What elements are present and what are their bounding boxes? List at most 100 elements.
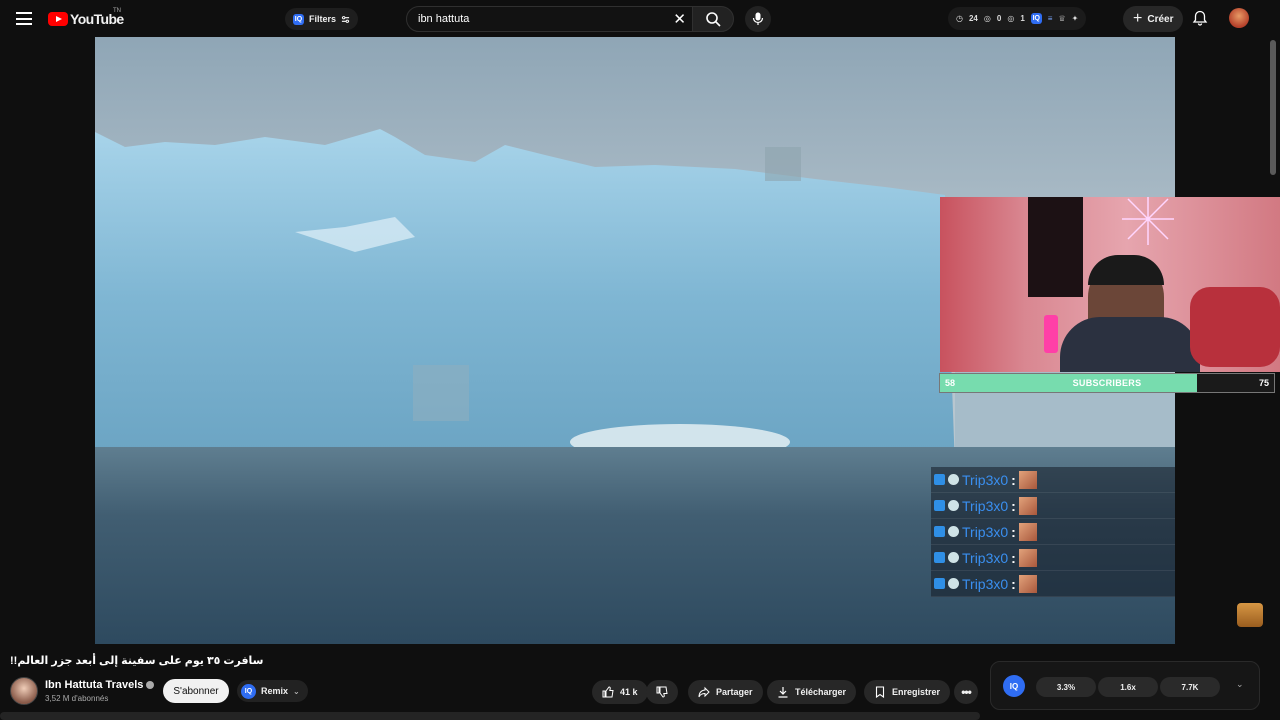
video-artifact — [765, 147, 801, 181]
badge-skull-icon — [948, 500, 959, 511]
search-box[interactable]: ibn hattuta ✕ — [406, 6, 693, 32]
subscriber-goal-bar: SUBSCRIBERS 58 75 — [939, 373, 1275, 393]
streamer-webcam — [940, 197, 1280, 372]
notifications-bell-icon[interactable] — [1192, 10, 1208, 26]
channel-name-text[interactable]: Ibn Hattuta Travels — [45, 679, 143, 691]
badge-skull-icon — [948, 578, 959, 589]
badge-skull-icon — [948, 474, 959, 485]
menu-icon[interactable] — [16, 12, 32, 25]
chat-separator: : — [1011, 575, 1016, 592]
download-button[interactable]: Télécharger — [767, 680, 857, 704]
video-title: !!سافرت ٣٥ يوم على سفينة إلى أبعد جزر ال… — [10, 655, 264, 667]
share-label: Partager — [716, 687, 753, 697]
channel-subscriber-count: 3,52 M d'abonnés — [45, 694, 109, 703]
iq-stat-engagement: 3.3% — [1036, 677, 1096, 697]
dislike-button[interactable] — [646, 680, 678, 704]
iq-logo-icon[interactable]: IQ — [1003, 675, 1025, 697]
account-avatar[interactable] — [1229, 8, 1249, 28]
badge-icon — [934, 552, 945, 563]
remix-label: Remix — [261, 686, 289, 696]
voice-search-button[interactable] — [745, 6, 771, 32]
subscriber-goal-target: 75 — [1258, 378, 1269, 388]
page-scrollbar[interactable] — [1270, 40, 1276, 175]
chat-message: Trip3x0 : — [931, 493, 1175, 519]
chat-message: Trip3x0 : — [931, 519, 1175, 545]
emote-icon — [1018, 574, 1037, 593]
badge-icon — [934, 578, 945, 589]
emote-icon — [1018, 496, 1037, 515]
sparkle-icon: ✦ — [1071, 14, 1079, 23]
circle-icon: ◎ — [1007, 14, 1015, 23]
remix-button[interactable]: IQ Remix ⌄ — [237, 680, 308, 702]
like-button[interactable]: 41 k — [592, 680, 648, 704]
more-actions-button[interactable]: ••• — [954, 680, 978, 704]
like-count: 41 k — [620, 687, 638, 697]
chat-message: Trip3x0 : — [931, 467, 1175, 493]
chat-separator: : — [1011, 497, 1016, 514]
youtube-play-icon — [48, 12, 68, 26]
cam-door — [1028, 197, 1083, 297]
chat-message: Trip3x0 : — [931, 545, 1175, 571]
iq-stats-panel: IQ 3.3% 1.6x 7.7K ⌄ — [990, 661, 1260, 710]
channel-name[interactable]: Ibn Hattuta Travels — [45, 679, 155, 691]
streamer-headset — [1088, 255, 1164, 285]
cam-light-icon — [1122, 197, 1174, 245]
chat-username: Trip3x0 — [962, 575, 1009, 592]
chat-username: Trip3x0 — [962, 523, 1009, 540]
emote-icon — [1018, 470, 1037, 489]
chat-separator: : — [1011, 471, 1016, 488]
thumbs-up-icon — [602, 686, 614, 698]
chat-username: Trip3x0 — [962, 471, 1009, 488]
search-button[interactable] — [692, 6, 734, 32]
chat-username: Trip3x0 — [962, 549, 1009, 566]
badge-icon — [934, 526, 945, 537]
logo-country-code: TN — [113, 8, 121, 14]
video-artifact — [413, 365, 469, 421]
search-icon — [706, 12, 721, 27]
more-icon: ••• — [961, 685, 972, 699]
sliders-icon — [341, 15, 350, 23]
chevron-down-icon[interactable]: ⌄ — [1236, 679, 1244, 690]
create-button[interactable]: + Créer — [1123, 6, 1184, 32]
chevron-down-icon: ⌄ — [293, 686, 300, 696]
subscriber-goal-current: 58 — [945, 378, 956, 388]
badge-skull-icon — [948, 526, 959, 537]
eye-icon: ◎ — [983, 14, 991, 23]
badge-icon — [934, 500, 945, 511]
chat-message: Trip3x0 : — [931, 571, 1175, 597]
description-box-edge — [0, 712, 980, 720]
iq-stat-multiplier: 1.6x — [1098, 677, 1158, 697]
emote-icon — [1018, 548, 1037, 567]
chat-separator: : — [1011, 549, 1016, 566]
iq-icon: IQ — [1030, 13, 1042, 24]
extension-stats[interactable]: ◷ 24 ◎ 0 ◎ 1 IQ ≡ ♕ ✦ — [948, 7, 1087, 30]
thumbs-down-icon — [656, 686, 668, 698]
stat-eye: 0 — [996, 14, 1002, 23]
share-button[interactable]: Partager — [688, 680, 763, 704]
subscribe-button[interactable]: S'abonner — [163, 679, 229, 703]
create-label: Créer — [1147, 13, 1174, 25]
verified-icon — [146, 681, 155, 690]
download-icon — [778, 687, 788, 698]
bookmark-icon — [875, 686, 885, 698]
stat-views: 24 — [968, 14, 978, 23]
filters-button[interactable]: IQ Filters — [285, 8, 359, 30]
chat-username: Trip3x0 — [962, 497, 1009, 514]
top-bar: YouTube TN IQ Filters ibn hattuta ✕ ◷ 24… — [0, 0, 1280, 37]
filters-label: Filters — [309, 14, 337, 24]
download-label: Télécharger — [795, 687, 847, 697]
save-button[interactable]: Enregistrer — [864, 680, 951, 704]
search-input[interactable]: ibn hattuta — [418, 13, 469, 25]
plus-icon: + — [1133, 10, 1143, 27]
clear-search-icon[interactable]: ✕ — [673, 10, 686, 28]
chat-overlay: Trip3x0 : Trip3x0 : Trip3x0 : Trip3x0 : … — [931, 467, 1175, 597]
channel-avatar[interactable] — [10, 677, 38, 705]
iq-stat-count: 7.7K — [1160, 677, 1220, 697]
trophy-icon: ♕ — [1058, 14, 1066, 23]
list-icon: ≡ — [1047, 14, 1053, 23]
gift-icon[interactable] — [1237, 603, 1263, 627]
emote-icon — [1018, 522, 1037, 541]
cam-couch — [1190, 287, 1280, 367]
badge-skull-icon — [948, 552, 959, 563]
cam-microphone-icon — [1044, 315, 1058, 353]
